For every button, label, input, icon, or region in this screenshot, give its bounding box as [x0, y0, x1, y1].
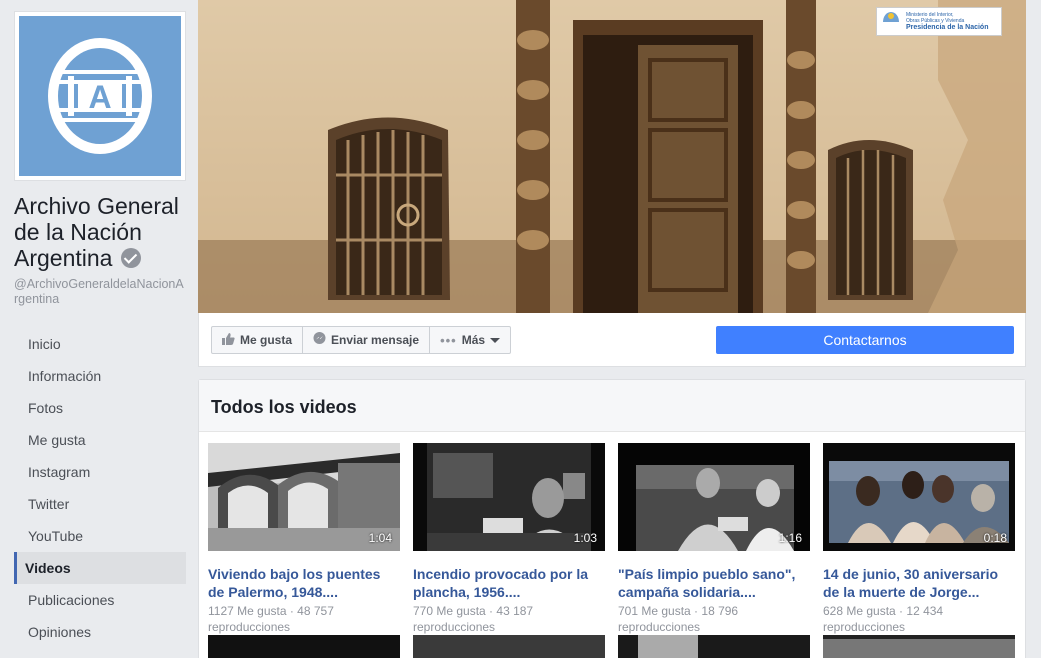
send-message-button[interactable]: Enviar mensaje	[303, 326, 431, 354]
video-meta: 770 Me gusta · 43 187 reproducciones	[413, 604, 534, 634]
video-thumbnail-partial[interactable]	[618, 635, 810, 658]
nav-twitter[interactable]: Twitter	[14, 488, 186, 520]
caret-down-icon	[490, 337, 501, 343]
video-card[interactable]: 1:04 Viviendo bajo los puentes de Palerm…	[208, 443, 400, 635]
svg-text:A: A	[88, 79, 111, 115]
nav-inicio[interactable]: Inicio	[14, 328, 186, 360]
video-views: 18 796	[701, 604, 739, 618]
argentina-seal-icon	[883, 11, 899, 32]
video-thumbnail[interactable]: 1:16	[618, 443, 810, 551]
page-handle[interactable]: @ArchivoGeneraldelaNacionArgentina	[14, 277, 186, 307]
video-views: 43 187	[496, 604, 534, 618]
video-likes: 770 Me gusta	[413, 604, 486, 618]
government-logo: Ministerio del Interior, Obras Públicas …	[876, 7, 1002, 36]
video-title-link[interactable]: Viviendo bajo los puentes de Palermo, 19…	[208, 565, 400, 601]
page-logo: A	[19, 16, 181, 176]
video-likes: 701 Me gusta	[618, 604, 691, 618]
nav-informacion[interactable]: Información	[14, 360, 186, 392]
video-meta: 1127 Me gusta · 48 757 reproducciones	[208, 604, 334, 634]
video-views: 12 434	[906, 604, 944, 618]
left-column: A Archivo General de la Nación Argentina…	[0, 0, 198, 658]
videos-header: Todos los videos	[199, 380, 1025, 432]
video-views-label: reproducciones	[823, 620, 906, 634]
page-title-text: Archivo General de la Nación Argentina	[14, 193, 179, 271]
page-nav: Inicio Información Fotos Me gusta Instagram T…	[14, 328, 186, 648]
video-card[interactable]: 1:03 Incendio provocado por la plancha, …	[413, 443, 605, 635]
like-button-label: Me gusta	[240, 333, 293, 347]
action-button-group: Me gusta Enviar mensaje ••• Más	[211, 326, 512, 354]
video-likes: 628 Me gusta	[823, 604, 896, 618]
video-thumbnail[interactable]: 1:03	[413, 443, 605, 551]
messenger-icon	[313, 332, 326, 348]
profile-picture[interactable]: A	[14, 11, 186, 181]
agn-logo-icon: A	[48, 38, 152, 154]
video-meta: 701 Me gusta · 18 796 reproducciones	[618, 604, 739, 634]
nav-videos[interactable]: Videos	[14, 552, 186, 584]
video-duration: 1:04	[368, 531, 392, 545]
video-title-link[interactable]: "País limpio pueblo sano", campaña solid…	[618, 565, 810, 601]
more-button-label: Más	[461, 333, 486, 347]
video-duration: 0:18	[983, 531, 1007, 545]
videos-panel: Todos los videos 1:04 Viviendo bajo los …	[198, 379, 1026, 658]
video-duration: 1:16	[778, 531, 802, 545]
nav-publicaciones[interactable]: Publicaciones	[14, 584, 186, 616]
video-thumbnail-partial[interactable]	[823, 635, 1015, 658]
video-title-link[interactable]: 14 de junio, 30 aniversario de la muerte…	[823, 565, 1015, 601]
video-views-label: reproducciones	[208, 620, 291, 634]
like-button[interactable]: Me gusta	[211, 326, 304, 354]
video-views-label: reproducciones	[618, 620, 701, 634]
contact-button[interactable]: Contactarnos	[716, 326, 1014, 354]
video-title-link[interactable]: Incendio provocado por la plancha, 1956.…	[413, 565, 605, 601]
ellipsis-icon: •••	[440, 332, 457, 348]
video-meta: 628 Me gusta · 12 434 reproducciones	[823, 604, 944, 634]
nav-fotos[interactable]: Fotos	[14, 392, 186, 424]
cover-image	[198, 0, 1026, 313]
send-message-label: Enviar mensaje	[331, 333, 420, 347]
gov-logo-line3: Presidencia de la Nación	[906, 23, 989, 31]
video-thumbnail[interactable]: 1:04	[208, 443, 400, 551]
video-views-label: reproducciones	[413, 620, 496, 634]
more-button[interactable]: ••• Más	[430, 326, 512, 354]
video-views: 48 757	[297, 604, 334, 618]
video-duration: 1:03	[573, 531, 597, 545]
nav-instagram[interactable]: Instagram	[14, 456, 186, 488]
video-thumbnail-partial[interactable]	[208, 635, 400, 658]
cover-photo[interactable]: Ministerio del Interior, Obras Públicas …	[198, 0, 1026, 313]
video-thumbnail-partial[interactable]	[413, 635, 605, 658]
nav-youtube[interactable]: YouTube	[14, 520, 186, 552]
video-thumbnail[interactable]: 0:18	[823, 443, 1015, 551]
verified-badge-icon	[120, 248, 141, 268]
nav-opiniones[interactable]: Opiniones	[14, 616, 186, 648]
page-title[interactable]: Archivo General de la Nación Argentina	[14, 193, 194, 271]
video-likes: 1127 Me gusta	[208, 604, 287, 618]
nav-me-gusta[interactable]: Me gusta	[14, 424, 186, 456]
gov-logo-line2: Obras Públicas y Vivienda	[906, 17, 965, 24]
video-card[interactable]: 0:18 14 de junio, 30 aniversario de la m…	[823, 443, 1015, 635]
thumbs-up-icon	[222, 332, 235, 348]
video-card[interactable]: 1:16 "País limpio pueblo sano", campaña …	[618, 443, 810, 635]
action-bar: Me gusta Enviar mensaje ••• Más Contacta…	[198, 313, 1026, 367]
